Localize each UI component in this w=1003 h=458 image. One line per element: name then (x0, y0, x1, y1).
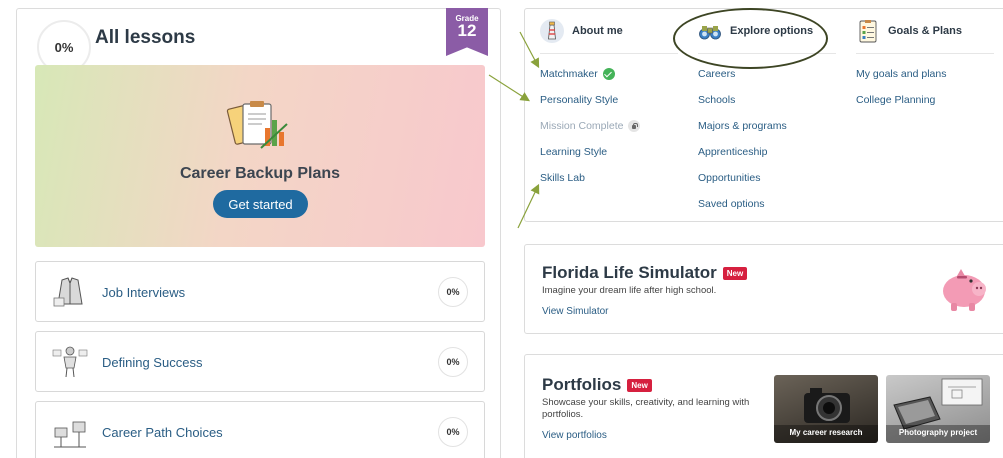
grade-badge: Grade 12 (446, 8, 488, 56)
simulator-card: Florida Life Simulator New Imagine your … (524, 244, 1003, 334)
link-saved-options[interactable]: Saved options (698, 191, 836, 217)
link-schools[interactable]: Schools (698, 87, 836, 113)
link-opportunities[interactable]: Opportunities (698, 165, 836, 191)
portfolios-title: Portfolios New (542, 375, 652, 395)
link-label: Skills Lab (540, 172, 585, 184)
link-careers[interactable]: Careers (698, 61, 836, 87)
simulator-description: Imagine your dream life after high schoo… (542, 285, 717, 296)
lighthouse-icon (540, 19, 564, 43)
about-me-header[interactable]: About me (540, 9, 678, 54)
all-lessons-title[interactable]: All lessons (95, 27, 195, 49)
lessons-card: 0% All lessons Grade 12 Career Backup Pl… (16, 8, 501, 458)
featured-lesson-title: Career Backup Plans (179, 165, 341, 182)
explore-options-column: Explore options Careers Schools Majors &… (698, 9, 836, 217)
lock-icon (628, 120, 641, 132)
link-label: Matchmaker (540, 68, 598, 80)
featured-lesson: Career Backup Plans Get started (35, 65, 485, 247)
goals-plans-links: My goals and plans College Planning (856, 61, 994, 113)
grade-value: 12 (457, 21, 477, 40)
explore-options-header[interactable]: Explore options (698, 9, 836, 54)
link-label: Mission Complete (540, 120, 624, 132)
goals-plans-label: Goals & Plans (888, 25, 962, 37)
about-me-links: Matchmaker Personality Style Mission Com… (540, 61, 678, 191)
lesson-progress: 0% (438, 417, 468, 447)
portfolios-card: Portfolios New Showcase your skills, cre… (524, 354, 1003, 458)
lesson-item[interactable]: Defining Success 0% (35, 331, 485, 392)
goals-plans-column: Goals & Plans My goals and plans College… (856, 9, 994, 113)
navigation-card: About me Matchmaker Personality Style Mi… (524, 8, 1003, 222)
link-matchmaker[interactable]: Matchmaker (540, 61, 678, 87)
link-my-goals-and-plans[interactable]: My goals and plans (856, 61, 994, 87)
link-college-planning[interactable]: College Planning (856, 87, 994, 113)
link-mission-complete: Mission Complete (540, 113, 678, 139)
about-me-column: About me Matchmaker Personality Style Mi… (540, 9, 678, 191)
link-learning-style[interactable]: Learning Style (540, 139, 678, 165)
binoculars-icon (699, 26, 721, 40)
link-skills-lab[interactable]: Skills Lab (540, 165, 678, 191)
thumb-career-research[interactable]: My career research (774, 375, 878, 443)
simulator-title: Florida Life Simulator New (542, 263, 748, 283)
thumb-photography-project[interactable]: Photography project (886, 375, 990, 443)
check-icon (602, 68, 615, 80)
view-portfolios-link[interactable]: View portfolios (542, 430, 607, 441)
portfolios-title-text: Portfolios (542, 375, 622, 394)
lesson-item[interactable]: Career Path Choices 0% (35, 401, 485, 458)
new-badge: New (722, 266, 748, 280)
link-apprenticeship[interactable]: Apprenticeship (698, 139, 836, 165)
jacket-icon (53, 277, 83, 307)
about-me-label: About me (572, 25, 623, 37)
goals-plans-header[interactable]: Goals & Plans (856, 9, 994, 54)
link-label: Personality Style (540, 94, 619, 106)
lesson-title: Defining Success (102, 355, 203, 370)
person-success-icon (52, 346, 88, 378)
link-label: Learning Style (540, 146, 608, 158)
path-signpost-icon (54, 421, 86, 448)
thumb-label: My career research (789, 428, 863, 437)
new-badge: New (627, 378, 652, 392)
explore-options-links: Careers Schools Majors & programs Appren… (698, 61, 836, 217)
piggy-bank-icon (943, 269, 986, 311)
checklist-icon (859, 20, 877, 43)
view-simulator-link[interactable]: View Simulator (542, 306, 609, 317)
link-personality-style[interactable]: Personality Style (540, 87, 678, 113)
lesson-title: Job Interviews (102, 285, 186, 300)
thumb-label: Photography project (898, 428, 978, 437)
clipboard-chart-icon (226, 101, 288, 149)
link-majors-programs[interactable]: Majors & programs (698, 113, 836, 139)
simulator-title-text: Florida Life Simulator (542, 263, 717, 282)
portfolios-description: Showcase your skills, creativity, and le… (542, 397, 750, 420)
lesson-progress: 0% (438, 277, 468, 307)
lesson-title: Career Path Choices (102, 425, 223, 440)
lesson-progress: 0% (438, 347, 468, 377)
explore-options-label: Explore options (730, 25, 814, 37)
lesson-item[interactable]: Job Interviews 0% (35, 261, 485, 322)
get-started-button[interactable]: Get started (213, 190, 308, 218)
